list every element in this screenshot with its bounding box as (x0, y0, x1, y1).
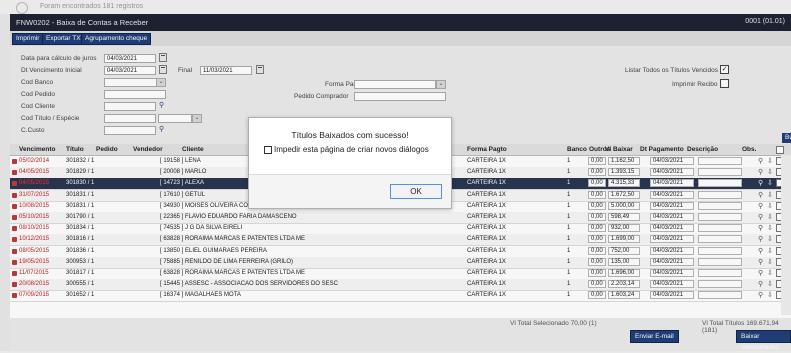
dialog-message: Títulos Baixados com sucesso! (291, 130, 409, 140)
prevent-dialogs-label[interactable]: Impedir esta página de criar novos diálo… (274, 145, 429, 154)
alert-dialog: Títulos Baixados com sucesso! Impedir es… (248, 117, 452, 209)
prevent-dialogs-checkbox[interactable] (264, 146, 272, 154)
ok-button[interactable]: OK (390, 184, 442, 199)
